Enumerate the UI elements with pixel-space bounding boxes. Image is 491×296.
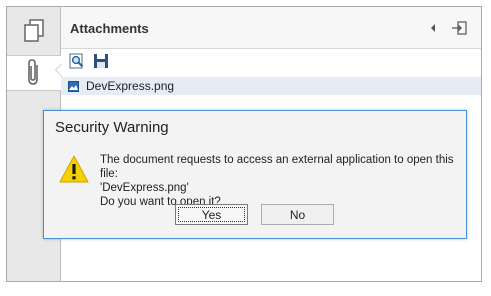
dialog-title: Security Warning — [55, 119, 169, 136]
exit-panel-icon[interactable] — [451, 20, 467, 36]
attachments-toolbar — [69, 53, 109, 72]
no-button[interactable]: No — [261, 204, 334, 225]
save-attachment-button[interactable] — [93, 53, 109, 72]
message-line: The document requests to access an exter… — [100, 154, 454, 180]
attachments-panel-button[interactable] — [7, 55, 61, 91]
security-warning-dialog: Security Warning The document requests t… — [43, 110, 467, 239]
image-file-icon — [68, 80, 79, 92]
pages-panel-button[interactable] — [17, 15, 51, 49]
attachment-file-name: DevExpress.png — [86, 79, 175, 93]
panel-header: Attachments — [61, 7, 481, 49]
paperclip-icon — [26, 58, 42, 89]
dialog-message: The document requests to access an exter… — [100, 153, 466, 209]
warning-icon — [58, 154, 90, 184]
floppy-disk-icon — [93, 53, 109, 72]
yes-button[interactable]: Yes — [175, 204, 248, 225]
panel-title: Attachments — [70, 21, 149, 36]
magnifier-page-icon — [69, 53, 85, 72]
open-attachment-button[interactable] — [69, 53, 85, 72]
pages-icon — [23, 18, 45, 46]
collapse-left-icon[interactable] — [425, 20, 441, 36]
attachment-list-item[interactable]: DevExpress.png — [61, 77, 481, 95]
message-line: 'DevExpress.png' — [100, 182, 189, 194]
